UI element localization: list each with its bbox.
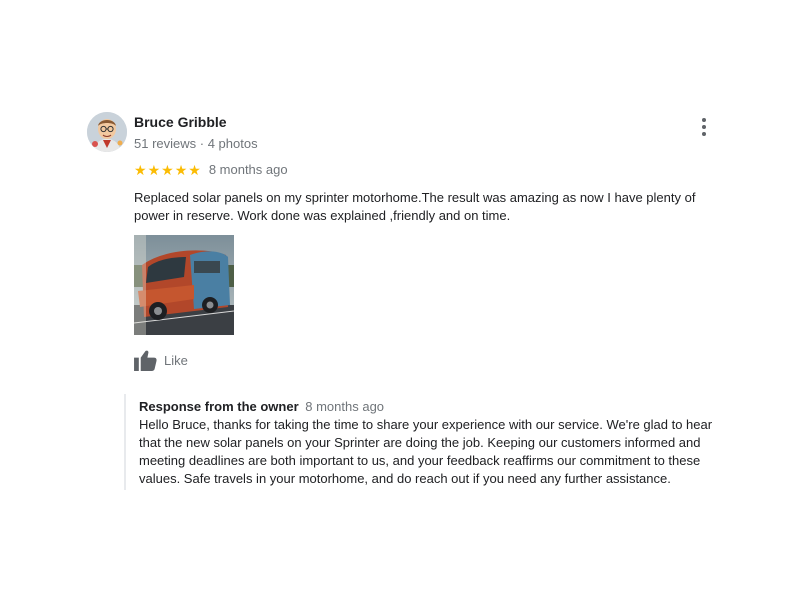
- owner-response-header: Response from the owner 8 months ago: [139, 398, 729, 416]
- more-vert-icon-dot: [702, 132, 706, 136]
- motorhome-photo-icon: [134, 235, 234, 335]
- review-date: 8 months ago: [208, 162, 288, 177]
- review-photo[interactable]: [134, 235, 234, 335]
- owner-response-date: 8 months ago: [305, 399, 385, 414]
- star-icon: ★: [161, 161, 174, 178]
- more-options-button[interactable]: [693, 116, 715, 138]
- rating-row: ★ ★ ★ ★ ★ 8 months ago: [134, 162, 288, 177]
- like-label: Like: [164, 353, 188, 368]
- more-vert-icon: [702, 118, 706, 122]
- avatar-illustration: [87, 112, 127, 152]
- owner-response-label: Response from the owner: [139, 399, 299, 414]
- author-name[interactable]: Bruce Gribble: [134, 114, 227, 130]
- star-icon: ★: [147, 161, 161, 178]
- star-icon: ★: [134, 161, 147, 178]
- star-rating: ★ ★ ★ ★ ★: [134, 163, 201, 177]
- star-icon: ★: [174, 161, 188, 178]
- like-button[interactable]: Like: [134, 350, 188, 371]
- thumbs-up-icon: [134, 350, 157, 371]
- review-text: Replaced solar panels on my sprinter mot…: [134, 190, 696, 223]
- owner-response-text: Hello Bruce, thanks for taking the time …: [139, 417, 713, 486]
- author-avatar[interactable]: [87, 112, 127, 152]
- author-meta[interactable]: 51 reviews · 4 photos: [134, 136, 258, 151]
- owner-response: Response from the owner 8 months ago Hel…: [124, 394, 729, 490]
- star-icon: ★: [188, 161, 201, 178]
- more-vert-icon-dot: [702, 125, 706, 129]
